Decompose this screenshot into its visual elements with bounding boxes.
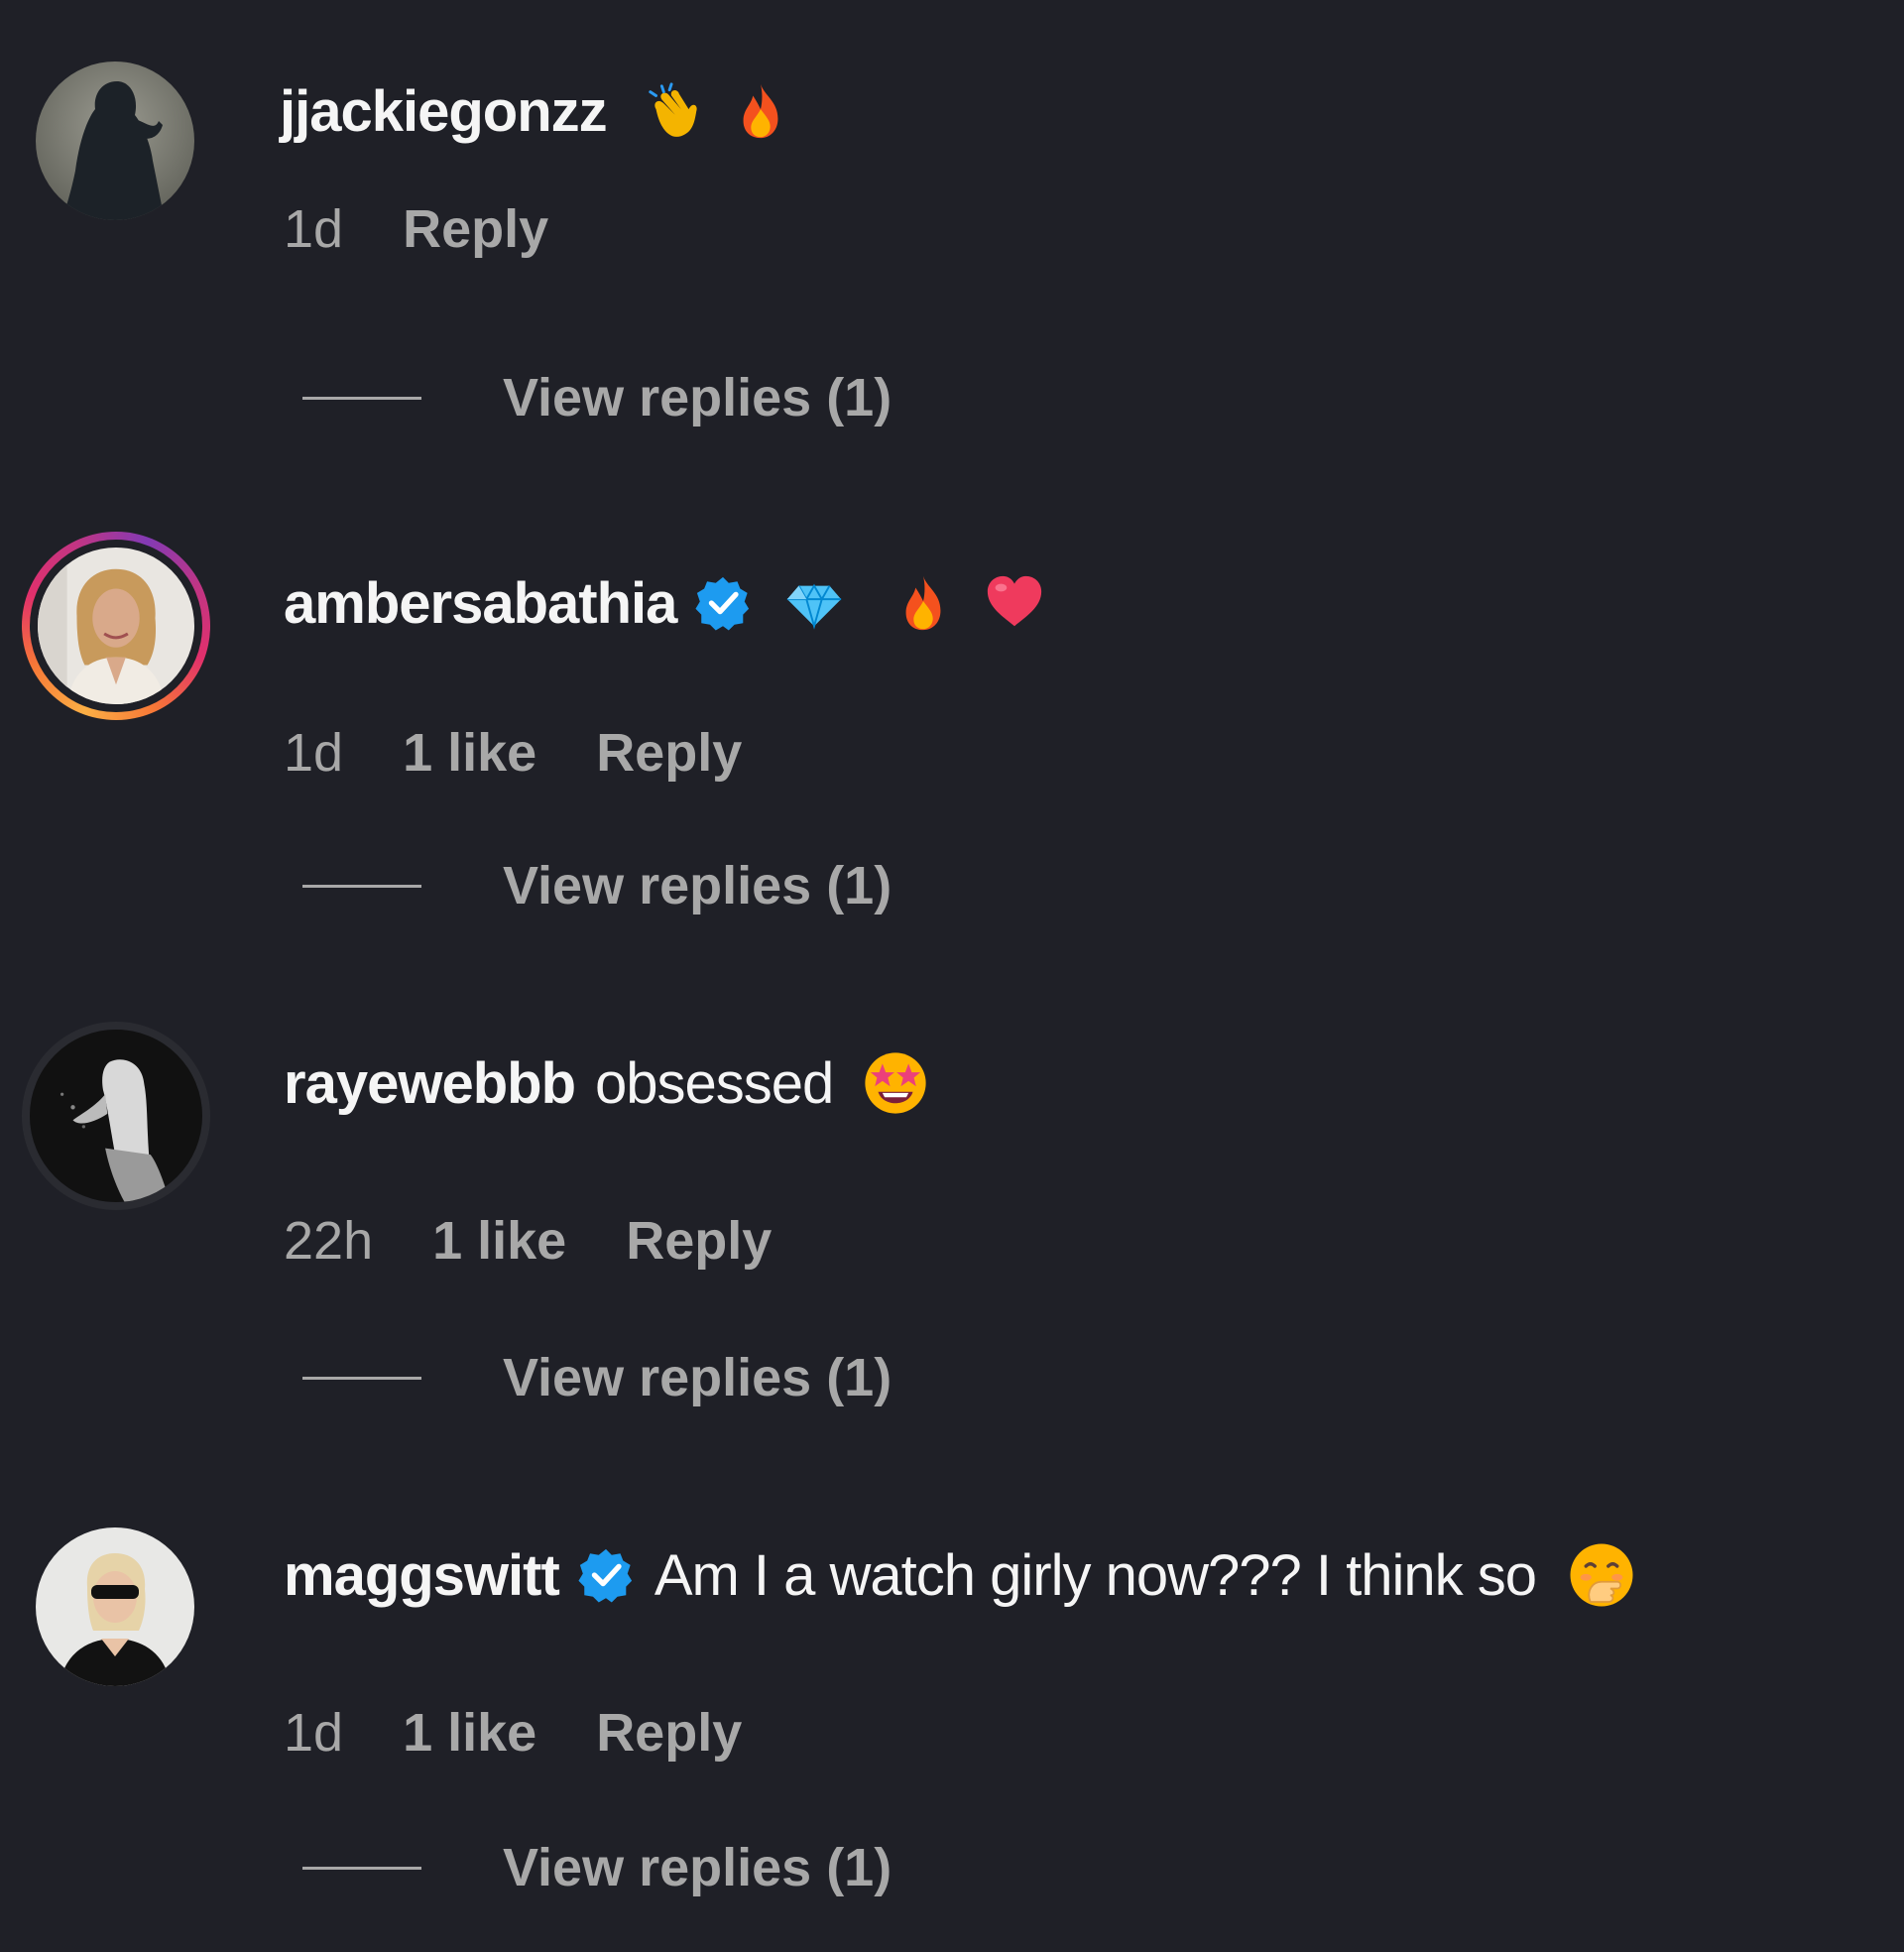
avatar[interactable] xyxy=(22,532,210,720)
gem-emoji-icon xyxy=(783,572,845,634)
avatar-image xyxy=(36,61,194,220)
comment-item: jjackiegonzz 1d Reply View replies (1) xyxy=(0,0,1904,488)
comment-age: 1d xyxy=(284,723,344,783)
reply-button[interactable]: Reply xyxy=(403,198,548,260)
username[interactable]: maggswitt xyxy=(284,1542,560,1609)
reply-thread-line xyxy=(302,396,421,400)
reply-thread-line xyxy=(302,884,421,888)
verified-badge-icon xyxy=(694,574,752,632)
avatar[interactable] xyxy=(22,1022,210,1210)
avatar[interactable] xyxy=(36,61,194,220)
comment-age: 22h xyxy=(284,1211,374,1271)
comment-age: 1d xyxy=(284,1703,344,1763)
reply-thread-line xyxy=(302,1376,421,1380)
view-replies-label: View replies (1) xyxy=(503,1838,892,1897)
comment-item: ambersabathia 1d 1 like Reply View repli… xyxy=(0,488,1904,976)
comment-text: Am I a watch girly now??? I think so xyxy=(654,1542,1537,1608)
avatar[interactable] xyxy=(36,1527,194,1686)
star-struck-emoji-icon xyxy=(861,1048,930,1118)
reply-button[interactable]: Reply xyxy=(596,1702,742,1764)
red-heart-emoji-icon xyxy=(984,572,1045,634)
fire-emoji-icon xyxy=(892,572,954,634)
view-replies-button[interactable]: View replies (1) xyxy=(302,851,892,920)
avatar-image xyxy=(38,548,194,704)
like-count[interactable]: 1 like xyxy=(403,722,536,784)
username[interactable]: ambersabathia xyxy=(284,570,677,637)
like-count[interactable]: 1 like xyxy=(432,1210,566,1272)
view-replies-button[interactable]: View replies (1) xyxy=(302,1833,892,1902)
avatar-image xyxy=(36,1527,194,1686)
clapping-hands-emoji-icon xyxy=(643,80,704,142)
avatar-image xyxy=(30,1030,202,1202)
avatar-ring-gap xyxy=(30,540,202,712)
fire-emoji-icon xyxy=(730,80,791,142)
comment-text: obsessed xyxy=(595,1050,834,1116)
comment-age: 1d xyxy=(284,199,344,259)
reply-button[interactable]: Reply xyxy=(596,722,742,784)
view-replies-label: View replies (1) xyxy=(503,856,892,915)
verified-badge-icon xyxy=(577,1546,635,1604)
view-replies-button[interactable]: View replies (1) xyxy=(302,1343,892,1412)
comment-item: maggswitt Am I a watch girly now??? I th… xyxy=(0,1464,1904,1952)
comment-item: rayewebbb obsessed 22h 1 like Reply View… xyxy=(0,976,1904,1464)
view-replies-label: View replies (1) xyxy=(503,1348,892,1407)
username[interactable]: jjackiegonzz xyxy=(280,78,608,145)
reply-button[interactable]: Reply xyxy=(626,1210,772,1272)
like-count[interactable]: 1 like xyxy=(403,1702,536,1764)
view-replies-label: View replies (1) xyxy=(503,368,892,427)
reply-thread-line xyxy=(302,1866,421,1870)
face-with-hand-over-mouth-emoji-icon xyxy=(1566,1539,1637,1611)
view-replies-button[interactable]: View replies (1) xyxy=(302,363,892,432)
username[interactable]: rayewebbb xyxy=(284,1050,576,1117)
